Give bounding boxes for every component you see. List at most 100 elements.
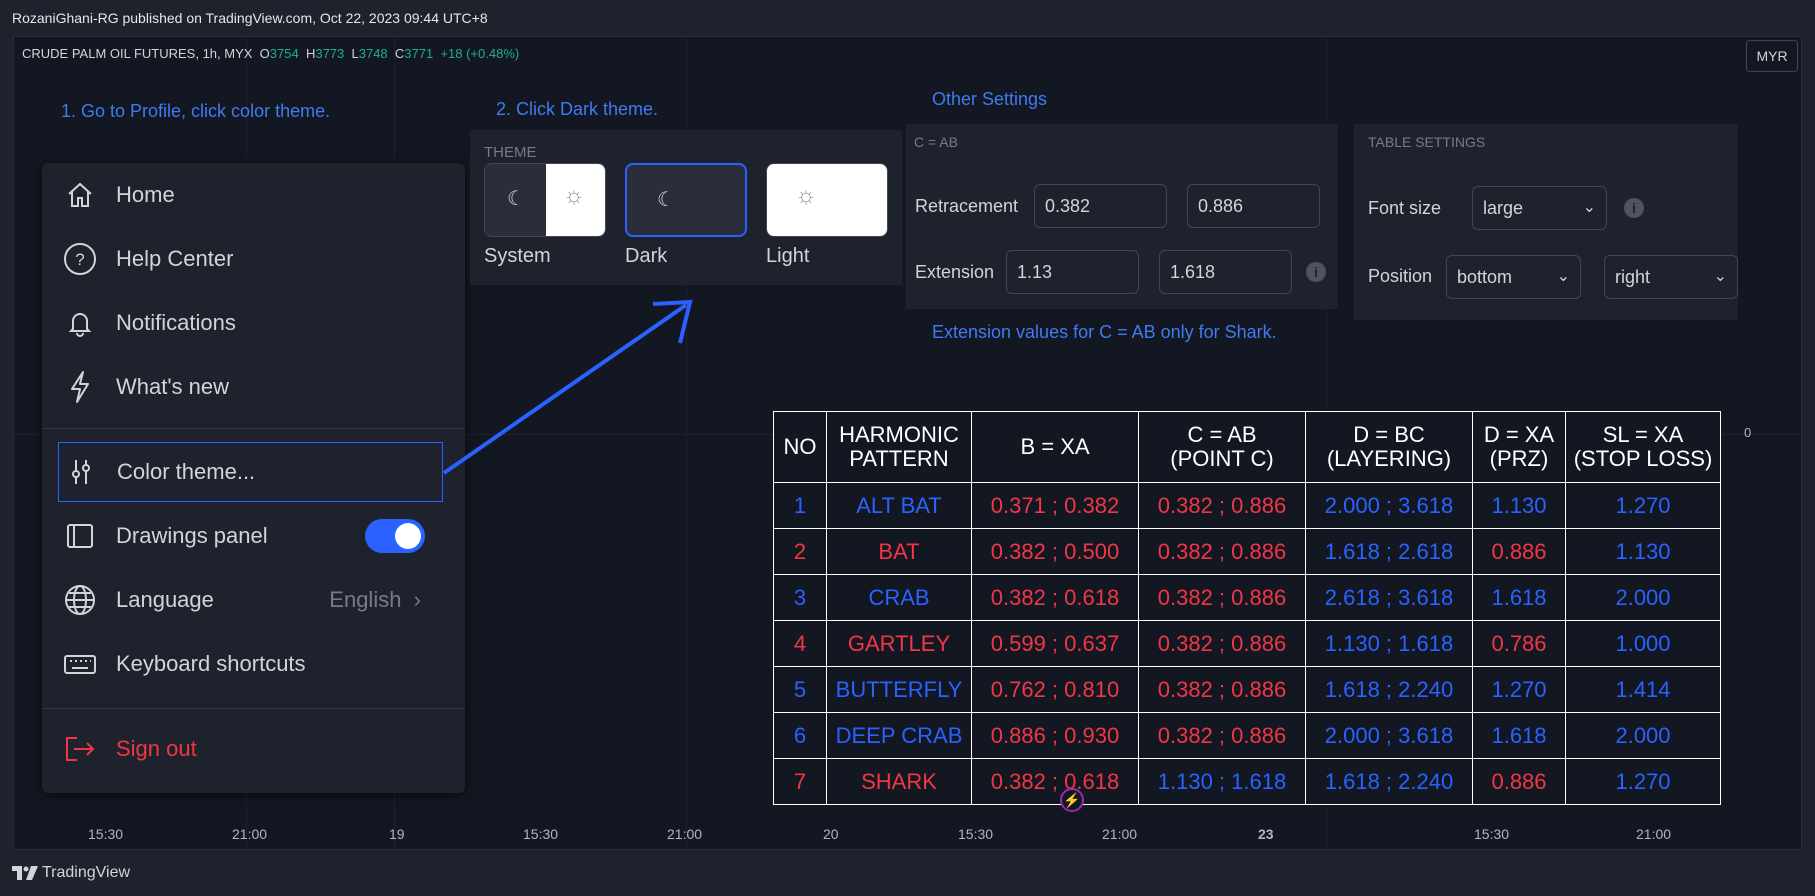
menu-divider (42, 428, 465, 429)
theme-label-light: Light (766, 245, 810, 267)
sign-out-icon (62, 731, 98, 767)
menu-item-help-center[interactable]: ? Help Center (62, 227, 445, 291)
lightning-marker-icon[interactable]: ⚡ (1060, 788, 1084, 812)
extension-input-1[interactable]: 1.13 (1006, 250, 1139, 294)
table-cell: 1.270 (1565, 758, 1721, 805)
bell-icon (62, 305, 98, 341)
info-icon[interactable]: i (1306, 262, 1326, 282)
table-cell: 0.382 ; 0.886 (1138, 574, 1306, 621)
table-cell: BUTTERFLY (826, 666, 972, 713)
menu-item-color-theme[interactable]: Color theme... (58, 442, 443, 502)
table-row: 5 BUTTERFLY 0.762 ; 0.810 0.382 ; 0.886 1.61… (773, 666, 1721, 713)
table-cell: 3 (773, 574, 827, 621)
table-row: 7 SHARK 0.382 ; 0.618 1.130 ; 1.618 1.618 ; … (773, 758, 1721, 805)
table-row: 6 DEEP CRAB 0.886 ; 0.930 0.382 ; 0.886 2.00… (773, 712, 1721, 759)
harmonic-pattern-table: NO HARMONIC PATTERN B = XA C = AB (POINT C… (773, 411, 1721, 805)
table-cell: 1.130 (1565, 528, 1721, 575)
table-cell: 1.130 ; 1.618 (1138, 758, 1306, 805)
menu-item-whats-new[interactable]: What's new (62, 355, 445, 419)
table-cell: 0.786 (1472, 620, 1566, 667)
table-cell: 2.000 (1565, 574, 1721, 621)
table-cell: 6 (773, 712, 827, 759)
header-c-ab: C = AB (POINT C) (1138, 411, 1306, 483)
header-d-xa: D = XA (PRZ) (1472, 411, 1566, 483)
symbol-name: CRUDE PALM OIL FUTURES, 1h, MYX (22, 46, 253, 61)
table-cell: 2.000 ; 3.618 (1305, 712, 1473, 759)
position-label: Position (1368, 266, 1433, 286)
position-horizontal-select[interactable]: right ⌄ (1604, 255, 1738, 299)
retracement-label: Retracement (915, 196, 1019, 216)
extension-label: Extension (915, 262, 995, 282)
font-size-label: Font size (1368, 198, 1442, 218)
table-cell: 1.270 (1565, 482, 1721, 529)
table-cell: 0.382 ; 0.886 (1138, 620, 1306, 667)
theme-heading: THEME (484, 144, 537, 161)
instruction-other-settings: Other Settings (932, 89, 1048, 109)
menu-item-notifications[interactable]: Notifications (62, 291, 445, 355)
table-cell: 1.000 (1565, 620, 1721, 667)
drawings-panel-toggle[interactable] (365, 519, 425, 553)
retracement-input-1[interactable]: 0.382 (1034, 184, 1167, 228)
x-axis-label: 15:30 (523, 826, 559, 842)
table-cell: 1.130 (1472, 482, 1566, 529)
table-cell: 2.618 ; 3.618 (1305, 574, 1473, 621)
x-axis-label: 20 (823, 826, 839, 842)
table-cell: GARTLEY (826, 620, 972, 667)
x-axis-label: 21:00 (1102, 826, 1138, 842)
table-row: 2 BAT 0.382 ; 0.500 0.382 ; 0.886 1.618 ; 2.… (773, 528, 1721, 575)
panel-icon (62, 518, 98, 554)
x-axis-label: 21:00 (232, 826, 268, 842)
theme-option-system[interactable]: ☾ ☼ (484, 163, 606, 237)
toggle-knob (395, 523, 421, 549)
footer-brand[interactable]: TradingView (12, 864, 130, 882)
table-settings-heading: TABLE SETTINGS (1368, 134, 1486, 150)
extension-input-2[interactable]: 1.618 (1159, 250, 1292, 294)
position-vertical-select[interactable]: bottom ⌄ (1446, 255, 1581, 299)
menu-item-home[interactable]: Home (62, 163, 445, 227)
price-axis-label: 0 (1744, 425, 1752, 440)
theme-option-dark[interactable]: ☾ (625, 163, 747, 237)
sun-icon: ☼ (563, 182, 585, 209)
table-cell: ALT BAT (826, 482, 972, 529)
table-cell: DEEP CRAB (826, 712, 972, 759)
table-header-row: NO HARMONIC PATTERN B = XA C = AB (POINT C… (773, 411, 1721, 483)
currency-button[interactable]: MYR (1746, 40, 1798, 72)
chevron-down-icon: ⌄ (1582, 199, 1596, 216)
menu-item-keyboard-shortcuts[interactable]: Keyboard shortcuts (62, 632, 445, 696)
x-axis-label: 21:00 (1636, 826, 1672, 842)
x-axis-label: 15:30 (88, 826, 124, 842)
menu-item-drawings-panel[interactable]: Drawings panel (62, 504, 445, 568)
x-axis-label: 21:00 (667, 826, 703, 842)
theme-label-system: System (484, 245, 551, 267)
retracement-input-2[interactable]: 0.886 (1187, 184, 1320, 228)
theme-option-light[interactable]: ☼ (766, 163, 888, 237)
x-axis-label: 23 (1258, 826, 1274, 842)
table-cell: BAT (826, 528, 972, 575)
x-axis-label: 19 (389, 826, 405, 842)
table-cell: 0.382 ; 0.886 (1138, 712, 1306, 759)
instruction-step2: 2. Click Dark theme. (496, 99, 659, 119)
header-no: NO (773, 411, 827, 483)
menu-item-language[interactable]: Language English › (62, 568, 445, 632)
theme-label-dark: Dark (625, 245, 668, 267)
info-icon[interactable]: i (1624, 198, 1644, 218)
font-size-select[interactable]: large ⌄ (1472, 186, 1607, 230)
publish-line: RozaniGhani-RG published on TradingView.… (12, 10, 488, 26)
table-cell: 1.618 ; 2.240 (1305, 666, 1473, 713)
theme-panel: THEME ☾ ☼ ☾ ☼ System Dark Light (470, 130, 902, 285)
menu-item-sign-out[interactable]: Sign out (62, 717, 445, 781)
table-cell: 0.382 ; 0.500 (971, 528, 1139, 575)
tradingview-logo-icon (12, 866, 38, 880)
header-pattern: HARMONIC PATTERN (826, 411, 972, 483)
table-cell: 2 (773, 528, 827, 575)
table-cell: 1 (773, 482, 827, 529)
chevron-down-icon: ⌄ (1556, 268, 1570, 285)
table-row: 3 CRAB 0.382 ; 0.618 0.382 ; 0.886 2.618 ; 3… (773, 574, 1721, 621)
table-settings-panel: TABLE SETTINGS Font size large ⌄ i Posit… (1354, 124, 1738, 320)
settings-heading: C = AB (914, 134, 958, 150)
table-row: 4 GARTLEY 0.599 ; 0.637 0.382 ; 0.886 1.130 … (773, 620, 1721, 667)
header-sl-xa: SL = XA (STOP LOSS) (1565, 411, 1721, 483)
table-cell: 7 (773, 758, 827, 805)
table-cell: 0.599 ; 0.637 (971, 620, 1139, 667)
moon-icon: ☾ (507, 188, 525, 210)
